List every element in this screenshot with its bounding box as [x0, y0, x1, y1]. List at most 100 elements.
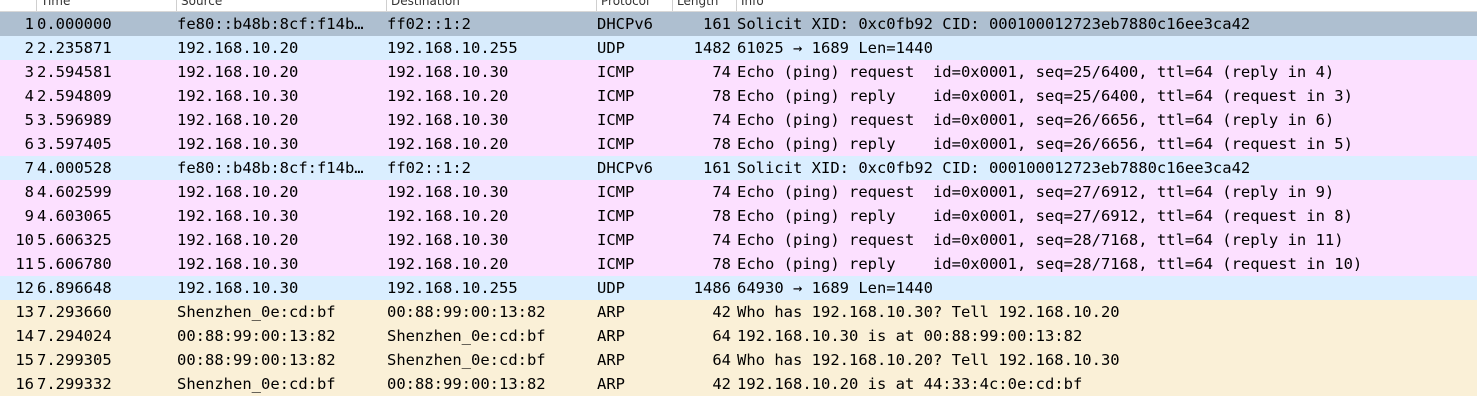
packet-protocol: ICMP — [597, 63, 635, 81]
packet-info: Who has 192.168.10.30? Tell 192.168.10.2… — [737, 303, 1120, 321]
packet-protocol: ARP — [597, 351, 625, 369]
column-header-time[interactable]: Time — [37, 0, 177, 11]
packet-destination: Shenzhen_0e:cd:bf — [387, 351, 546, 369]
packet-protocol: UDP — [597, 279, 625, 297]
packet-info: Who has 192.168.10.20? Tell 192.168.10.3… — [737, 351, 1120, 369]
packet-destination: 192.168.10.30 — [387, 183, 509, 201]
packet-info: Echo (ping) reply id=0x0001, seq=25/6400… — [737, 87, 1353, 105]
packet-destination: 192.168.10.255 — [387, 39, 518, 57]
packet-source: 192.168.10.20 — [177, 111, 299, 129]
packet-info: 192.168.10.20 is at 44:33:4c:0e:cd:bf — [737, 375, 1083, 393]
packet-time: 5.606325 — [37, 231, 112, 249]
packet-destination: 00:88:99:00:13:82 — [387, 375, 546, 393]
packet-row[interactable]: 12 6.896648 192.168.10.30 192.168.10.255 UDP… — [0, 276, 1477, 300]
packet-row[interactable]: 15 7.299305 00:88:99:00:13:82 Shenzhen_0e:c… — [0, 348, 1477, 372]
packet-number: 16 — [15, 375, 34, 393]
packet-length: 161 — [703, 159, 731, 177]
column-header-length[interactable]: Length — [673, 0, 737, 11]
packet-number: 3 — [24, 63, 34, 81]
packet-time: 2.594581 — [37, 63, 112, 81]
packet-number: 11 — [15, 255, 34, 273]
packet-destination: 192.168.10.20 — [387, 135, 509, 153]
packet-source: 192.168.10.30 — [177, 135, 299, 153]
packet-protocol: ICMP — [597, 231, 635, 249]
packet-source: 00:88:99:00:13:82 — [177, 351, 336, 369]
packet-length: 78 — [712, 87, 731, 105]
column-header-protocol[interactable]: Protocol — [597, 0, 673, 11]
packet-row[interactable]: 14 7.294024 00:88:99:00:13:82 Shenzhen_0e:c… — [0, 324, 1477, 348]
packet-number: 10 — [15, 231, 34, 249]
packet-row[interactable]: 4 2.594809 192.168.10.30 192.168.10.20 ICMP 7… — [0, 84, 1477, 108]
column-header-source[interactable]: Source — [177, 0, 387, 11]
packet-info: Solicit XID: 0xc0fb92 CID: 000100012723e… — [737, 15, 1251, 33]
packet-destination: ff02::1:2 — [387, 15, 471, 33]
packet-length: 64 — [712, 351, 731, 369]
packet-destination: 192.168.10.30 — [387, 231, 509, 249]
packet-row[interactable]: 7 4.000528 fe80::b48b:8cf:f14b… ff02::1:2 DH… — [0, 156, 1477, 180]
packet-row[interactable]: 10 5.606325 192.168.10.20 192.168.10.30 ICMP… — [0, 228, 1477, 252]
packet-row[interactable]: 6 3.597405 192.168.10.30 192.168.10.20 ICMP 7… — [0, 132, 1477, 156]
packet-time: 2.594809 — [37, 87, 112, 105]
packet-time: 2.235871 — [37, 39, 112, 57]
packet-time: 7.293660 — [37, 303, 112, 321]
packet-list[interactable]: Time Source Destination Protocol Length … — [0, 0, 1477, 406]
column-header-bar: Time Source Destination Protocol Length … — [0, 0, 1477, 12]
column-header-no[interactable] — [0, 0, 37, 11]
packet-protocol: UDP — [597, 39, 625, 57]
packet-number: 2 — [24, 39, 34, 57]
packet-length: 74 — [712, 63, 731, 81]
packet-length: 74 — [712, 183, 731, 201]
packet-row[interactable]: 1 0.000000 fe80::b48b:8cf:f14b… ff02::1:2 DH… — [0, 12, 1477, 36]
packet-info: Echo (ping) request id=0x0001, seq=27/69… — [737, 183, 1335, 201]
packet-source: 192.168.10.30 — [177, 255, 299, 273]
packet-row[interactable]: 9 4.603065 192.168.10.30 192.168.10.20 ICMP 7… — [0, 204, 1477, 228]
packet-length: 74 — [712, 111, 731, 129]
packet-row[interactable]: 16 7.299332 Shenzhen_0e:cd:bf 00:88:99:00:1… — [0, 372, 1477, 396]
packet-info: Echo (ping) request id=0x0001, seq=26/66… — [737, 111, 1335, 129]
packet-row[interactable]: 8 4.602599 192.168.10.20 192.168.10.30 ICMP 7… — [0, 180, 1477, 204]
packet-protocol: ICMP — [597, 135, 635, 153]
column-header-info[interactable]: Info — [737, 0, 1477, 11]
packet-info: Echo (ping) reply id=0x0001, seq=27/6912… — [737, 207, 1353, 225]
packet-protocol: ARP — [597, 327, 625, 345]
packet-destination: ff02::1:2 — [387, 159, 471, 177]
packet-number: 15 — [15, 351, 34, 369]
column-header-destination[interactable]: Destination — [387, 0, 597, 11]
packet-source: 192.168.10.30 — [177, 87, 299, 105]
packet-time: 7.294024 — [37, 327, 112, 345]
packet-info: Echo (ping) request id=0x0001, seq=25/64… — [737, 63, 1335, 81]
packet-row[interactable]: 13 7.293660 Shenzhen_0e:cd:bf 00:88:99:00:1… — [0, 300, 1477, 324]
packet-length: 78 — [712, 255, 731, 273]
packet-row[interactable]: 5 3.596989 192.168.10.20 192.168.10.30 ICMP 7… — [0, 108, 1477, 132]
packet-destination: 192.168.10.20 — [387, 87, 509, 105]
packet-source: 00:88:99:00:13:82 — [177, 327, 336, 345]
packet-destination: 192.168.10.20 — [387, 255, 509, 273]
packet-row[interactable]: 3 2.594581 192.168.10.20 192.168.10.30 ICMP 7… — [0, 60, 1477, 84]
packet-source: 192.168.10.30 — [177, 207, 299, 225]
packet-time: 4.603065 — [37, 207, 112, 225]
packet-length: 78 — [712, 135, 731, 153]
packet-number: 4 — [24, 87, 34, 105]
packet-info: 192.168.10.30 is at 00:88:99:00:13:82 — [737, 327, 1083, 345]
packet-length: 1482 — [693, 39, 731, 57]
packet-source: fe80::b48b:8cf:f14b… — [177, 15, 364, 33]
packet-destination: 192.168.10.20 — [387, 207, 509, 225]
packet-number: 9 — [24, 207, 34, 225]
packet-time: 7.299305 — [37, 351, 112, 369]
packet-row[interactable]: 2 2.235871 192.168.10.20 192.168.10.255 UDP 1… — [0, 36, 1477, 60]
packet-time: 3.597405 — [37, 135, 112, 153]
packet-protocol: DHCPv6 — [597, 15, 653, 33]
packet-destination: Shenzhen_0e:cd:bf — [387, 327, 546, 345]
packet-length: 161 — [703, 15, 731, 33]
packet-length: 42 — [712, 303, 731, 321]
packet-info: Echo (ping) reply id=0x0001, seq=28/7168… — [737, 255, 1363, 273]
packet-protocol: ARP — [597, 375, 625, 393]
packet-length: 78 — [712, 207, 731, 225]
packet-number: 13 — [15, 303, 34, 321]
packet-info: Echo (ping) reply id=0x0001, seq=26/6656… — [737, 135, 1353, 153]
packet-rows: 1 0.000000 fe80::b48b:8cf:f14b… ff02::1:2 DH… — [0, 12, 1477, 396]
packet-info: 64930 → 1689 Len=1440 — [737, 279, 933, 297]
packet-source: 192.168.10.30 — [177, 279, 299, 297]
packet-source: fe80::b48b:8cf:f14b… — [177, 159, 364, 177]
packet-row[interactable]: 11 5.606780 192.168.10.30 192.168.10.20 ICMP… — [0, 252, 1477, 276]
